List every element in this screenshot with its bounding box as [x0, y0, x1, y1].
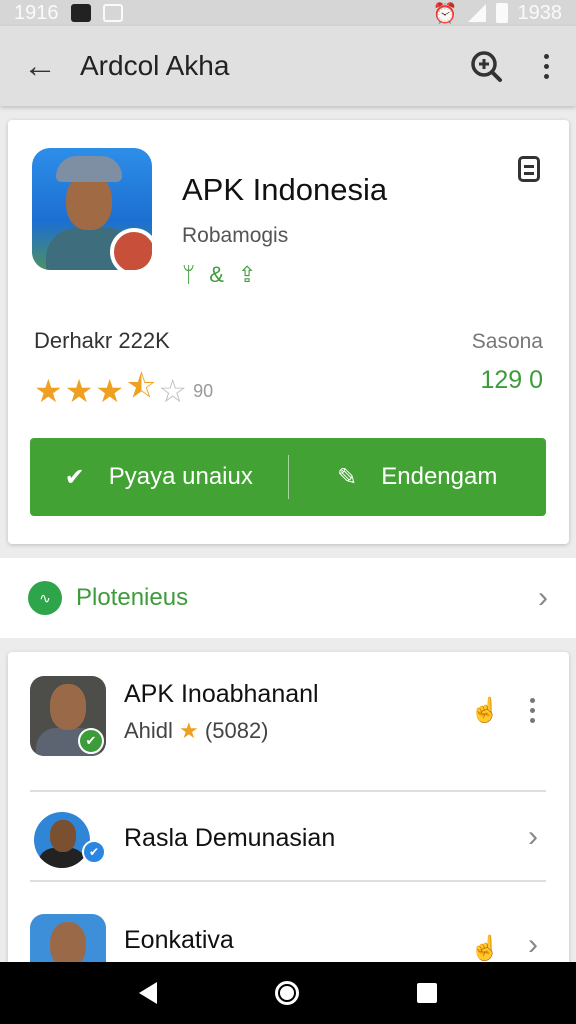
list-item-subtitle: Ahidl ★ (5082) — [124, 718, 269, 744]
badge-icons: ᛘ & ⇪ — [182, 262, 256, 288]
size-value: 129 0 — [480, 366, 543, 394]
list-item-title[interactable]: Eonkativa — [124, 926, 234, 955]
chevron-right-icon[interactable]: › — [528, 928, 538, 962]
alarm-icon: ⏰ — [432, 2, 458, 25]
verified-check-icon: ✔ — [78, 728, 104, 754]
app-icon — [32, 148, 152, 270]
search-button[interactable] — [456, 26, 516, 106]
chevron-right-icon[interactable]: › — [528, 820, 538, 854]
star-icon: ★ — [179, 718, 199, 743]
developer-name[interactable]: Robamogis — [182, 224, 288, 248]
overflow-menu-button[interactable] — [516, 26, 576, 106]
check-icon: ✔ — [64, 463, 85, 491]
bookmark-icon[interactable] — [518, 156, 540, 182]
star-full-icon: ★ — [34, 373, 63, 409]
downloads-count: Derhakr 222K — [34, 328, 170, 353]
badge-check-icon: ✔ — [82, 840, 106, 864]
section-label: Plotenieus — [76, 584, 189, 611]
share-icon: ⇪ — [237, 262, 257, 287]
more-vert-icon — [543, 53, 549, 79]
section-row[interactable]: ∿ Plotenieus › — [0, 558, 576, 638]
app-bar-title: Ardcol Akha — [80, 50, 230, 81]
list-item-count: (5082) — [204, 718, 269, 743]
install-hand-icon[interactable]: ☝ — [470, 934, 500, 963]
wifi-icon — [467, 4, 486, 22]
list-item-title[interactable]: APK Inoabhananl — [124, 680, 319, 709]
nav-recents-icon[interactable] — [417, 983, 437, 1003]
chevron-right-icon: › — [538, 581, 548, 614]
size-label: Sasona — [471, 330, 543, 353]
status-time-left: 1916 — [14, 1, 59, 24]
star-half-icon: ⯪ — [126, 368, 157, 404]
nav-home-icon[interactable] — [275, 981, 299, 1005]
battery-icon — [495, 3, 508, 23]
action-bar: ✔ Pyaya unaiux ✎ Endengam — [30, 438, 546, 516]
app-details-card: APK Indonesia Robamogis ᛘ & ⇪ Derhakr 22… — [8, 120, 569, 544]
rating-count: 90 — [193, 380, 214, 401]
app-avatar[interactable]: ✔ — [30, 676, 106, 756]
message-icon — [102, 4, 123, 22]
antenna-icon: ᛘ — [182, 262, 196, 287]
user-avatar[interactable] — [34, 812, 90, 868]
secondary-button-label: Endengam — [381, 463, 498, 490]
search-icon — [471, 51, 502, 82]
system-nav-bar — [0, 962, 576, 1024]
list-divider — [30, 790, 546, 792]
install-hand-icon[interactable]: ☝ — [470, 696, 500, 725]
nav-back-icon[interactable] — [139, 982, 157, 1004]
edit-icon: ✎ — [337, 463, 358, 491]
related-apps-card: ✔ APK Inoabhananl Ahidl ★ (5082) ☝ ✔ Ras… — [8, 652, 569, 972]
notification-icon — [70, 4, 91, 22]
ampersand-icon: & — [209, 262, 224, 287]
secondary-action-button[interactable]: ✎ Endengam — [289, 438, 547, 516]
star-full-icon: ★ — [95, 373, 125, 409]
rating-stars: ★ ★ ★ ⯪ ☆ 90 — [34, 364, 213, 418]
list-divider — [30, 880, 546, 882]
back-arrow-icon[interactable]: ← — [0, 26, 80, 106]
list-item-title[interactable]: Rasla Demunasian — [124, 824, 335, 853]
install-button-label: Pyaya unaiux — [108, 463, 253, 490]
star-full-icon: ★ — [64, 373, 94, 409]
status-bar: 1916 ⏰ 1938 — [0, 0, 576, 26]
list-item-author: Ahidl — [124, 718, 173, 743]
install-button[interactable]: ✔ Pyaya unaiux — [30, 438, 288, 516]
more-vert-icon[interactable] — [530, 698, 535, 723]
status-time-right: 1938 — [517, 1, 563, 24]
star-empty-icon: ☆ — [158, 373, 188, 409]
app-bar: ← Ardcol Akha — [0, 26, 576, 106]
wave-icon: ∿ — [28, 581, 62, 615]
app-name: APK Indonesia — [182, 172, 388, 207]
